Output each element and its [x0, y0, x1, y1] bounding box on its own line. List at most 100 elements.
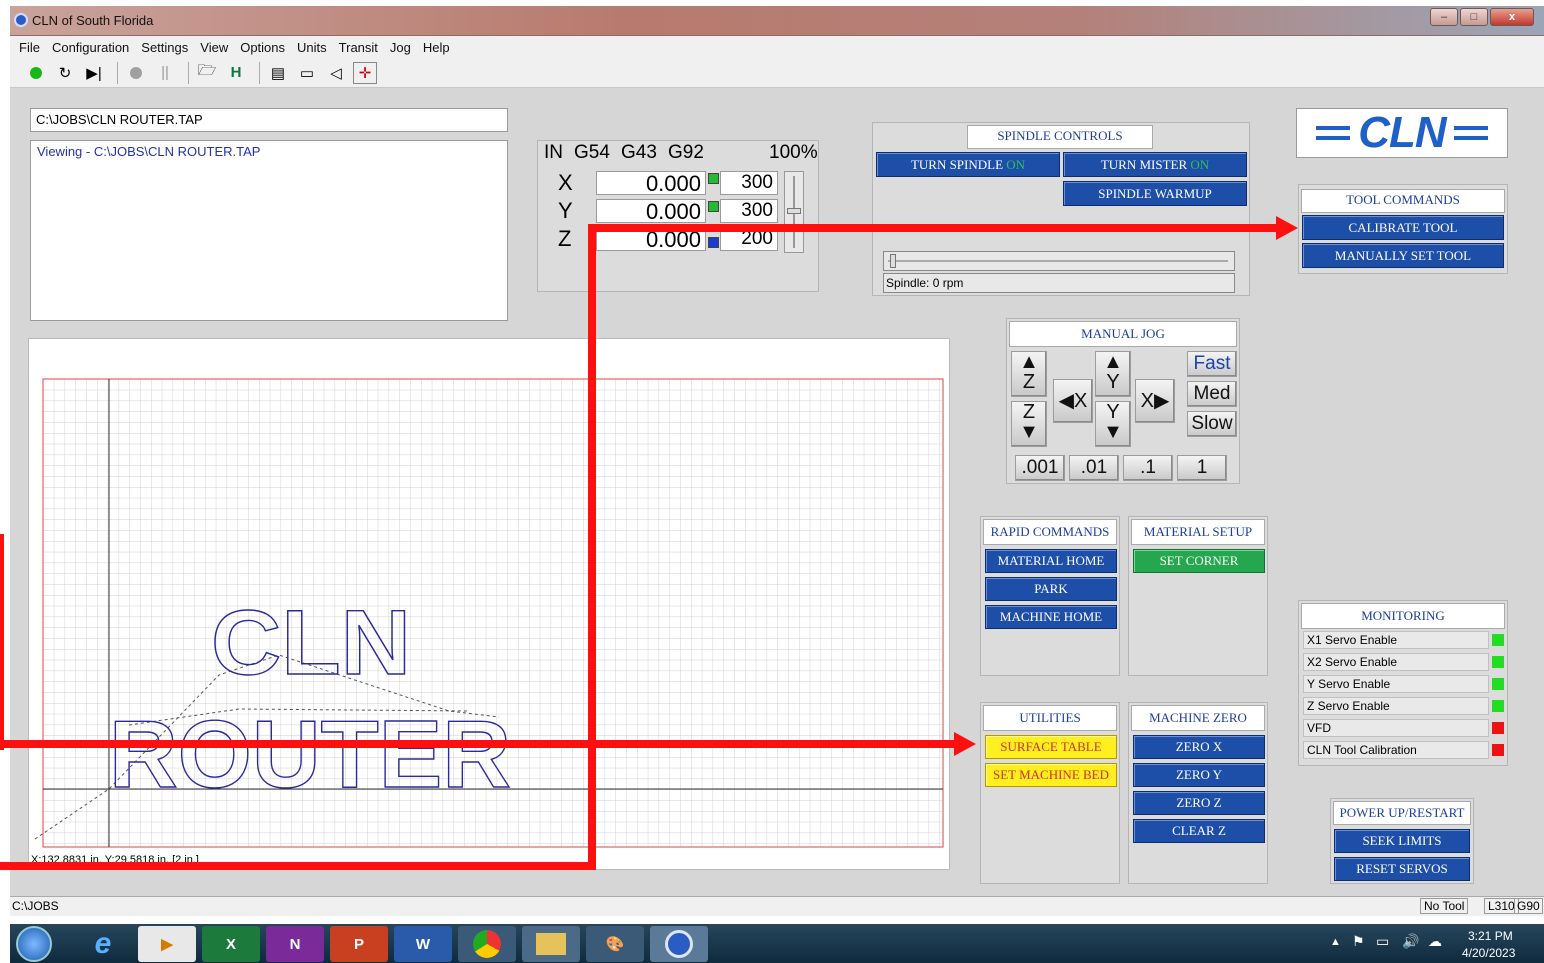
slider-thumb[interactable] [787, 208, 801, 214]
cycle-start-icon[interactable] [24, 62, 48, 84]
x-feed[interactable]: 300 [720, 171, 778, 195]
z-down-button[interactable]: Z ▼ [1011, 401, 1047, 447]
powerpoint-icon[interactable]: P [330, 926, 388, 962]
monitoring-panel: MONITORING X1 Servo Enable X2 Servo Enab… [1298, 600, 1508, 766]
set-machine-bed-button[interactable]: SET MACHINE BED [985, 763, 1117, 787]
cln-app-icon[interactable] [650, 926, 708, 962]
park-button[interactable]: PARK [985, 577, 1117, 601]
y-minus-button[interactable]: Y ▼ [1095, 401, 1131, 447]
single-step-icon[interactable]: ▶| [82, 62, 106, 84]
pause-icon[interactable]: || [153, 62, 177, 84]
jog-fast-button[interactable]: Fast [1187, 351, 1237, 377]
menu-options[interactable]: Options [240, 40, 285, 55]
paint-icon[interactable]: 🎨 [586, 926, 644, 962]
menu-file[interactable]: File [19, 40, 40, 55]
onenote-icon[interactable]: N [266, 926, 324, 962]
step-001-button[interactable]: .001 [1015, 455, 1065, 481]
clock-time[interactable]: 3:21 PM [1468, 929, 1513, 943]
y-position[interactable]: 0.000 [596, 199, 706, 224]
menu-units[interactable]: Units [297, 40, 327, 55]
set-corner-button[interactable]: SET CORNER [1133, 549, 1265, 573]
file-path-field[interactable]: C:\JOBS\CLN ROUTER.TAP [30, 108, 508, 132]
step-1-button[interactable]: .1 [1123, 455, 1173, 481]
zero-z-button[interactable]: ZERO Z [1133, 791, 1265, 815]
list-icon[interactable]: ▤ [266, 62, 290, 84]
material-home-button[interactable]: MATERIAL HOME [985, 549, 1117, 573]
machine-zero-panel: MACHINE ZERO ZERO X ZERO Y ZERO Z CLEAR … [1128, 702, 1268, 884]
utilities-panel: UTILITIES SURFACE TABLE SET MACHINE BED [980, 702, 1120, 884]
flag-icon[interactable]: ⚑ [1352, 933, 1365, 950]
menu-jog[interactable]: Jog [390, 40, 411, 55]
excel-icon[interactable]: X [202, 926, 260, 962]
cloud-icon[interactable]: ☁ [1428, 933, 1442, 950]
zero-x-button[interactable]: ZERO X [1133, 735, 1265, 759]
annotation-line [588, 224, 596, 870]
menu-configuration[interactable]: Configuration [52, 40, 129, 55]
manual-jog-header: MANUAL JOG [1009, 321, 1237, 347]
ie-icon[interactable]: e [74, 926, 132, 962]
status-bar: C:\JOBS No Tool L310 G90 [10, 896, 1544, 916]
step-1-inch-button[interactable]: 1 [1177, 455, 1227, 481]
toolpath-preview[interactable]: CLN ROUTER X:132.8831 in, Y:29.5818 in, … [28, 338, 950, 870]
status-led [1492, 656, 1504, 668]
maximize-button[interactable]: □ [1460, 8, 1488, 26]
wcs-label: G54 [574, 142, 610, 163]
jog-med-button[interactable]: Med [1187, 381, 1237, 407]
status-mode: G90 [1514, 898, 1543, 914]
window-icon[interactable]: ▭ [295, 62, 319, 84]
power-up-header: POWER UP/RESTART [1333, 801, 1471, 825]
feed-override-slider[interactable] [784, 171, 804, 253]
menu-bar: File Configuration Settings View Options… [10, 36, 1544, 58]
machine-home-button[interactable]: MACHINE HOME [985, 605, 1117, 629]
status-led [1492, 634, 1504, 646]
turn-mister-on-button[interactable]: TURN MISTER ON [1063, 152, 1247, 177]
x-position[interactable]: 0.000 [596, 171, 706, 196]
title-bar: CLN of South Florida – □ x [10, 6, 1544, 36]
menu-settings[interactable]: Settings [141, 40, 188, 55]
x-plus-button[interactable]: X▶ [1135, 379, 1175, 423]
spindle-warmup-button[interactable]: SPINDLE WARMUP [1063, 181, 1247, 206]
reset-servos-button[interactable]: RESET SERVOS [1334, 857, 1470, 881]
step-01-button[interactable]: .01 [1069, 455, 1119, 481]
stop-icon[interactable] [124, 62, 148, 84]
monitor-row-z-servo: Z Servo Enable [1303, 697, 1504, 715]
viewing-text: Viewing - C:\JOBS\CLN ROUTER.TAP [37, 144, 261, 159]
rewind-icon[interactable]: ↻ [53, 62, 77, 84]
y-feed[interactable]: 300 [720, 199, 778, 223]
toolpath-cln: CLN [211, 592, 411, 694]
jog-slow-button[interactable]: Slow [1187, 411, 1237, 437]
close-button[interactable]: x [1490, 8, 1534, 26]
zero-y-button[interactable]: ZERO Y [1133, 763, 1265, 787]
clear-z-button[interactable]: CLEAR Z [1133, 819, 1265, 843]
media-icon[interactable]: ▶ [138, 926, 196, 962]
surface-table-button[interactable]: SURFACE TABLE [985, 735, 1117, 759]
calibrate-tool-button[interactable]: CALIBRATE TOOL [1302, 215, 1504, 240]
open-file-icon[interactable]: 🗁 [195, 62, 219, 84]
gcode-viewer[interactable]: Viewing - C:\JOBS\CLN ROUTER.TAP [30, 140, 508, 321]
start-button[interactable] [16, 926, 52, 962]
chrome-icon[interactable] [458, 926, 516, 962]
z-up-button[interactable]: ▲ Z [1011, 351, 1047, 397]
menu-transit[interactable]: Transit [339, 40, 378, 55]
x-minus-button[interactable]: ◀X [1053, 379, 1093, 423]
home-icon[interactable]: H [224, 62, 248, 84]
seek-limits-button[interactable]: SEEK LIMITS [1334, 829, 1470, 853]
clock-date[interactable]: 4/20/2023 [1462, 946, 1515, 960]
word-icon[interactable]: W [394, 926, 452, 962]
menu-view[interactable]: View [200, 40, 228, 55]
minimize-button[interactable]: – [1430, 8, 1458, 26]
turn-spindle-on-button[interactable]: TURN SPINDLE ON [876, 152, 1060, 177]
spindle-slider-thumb[interactable] [890, 254, 896, 268]
move-icon[interactable]: ✛ [353, 61, 377, 84]
annotation-line [0, 740, 956, 748]
back-icon[interactable]: ◁ [324, 62, 348, 84]
menu-help[interactable]: Help [423, 40, 450, 55]
y-plus-button[interactable]: ▲ Y [1095, 351, 1131, 397]
volume-icon[interactable]: 🔊 [1402, 933, 1419, 950]
manually-set-tool-button[interactable]: MANUALLY SET TOOL [1302, 243, 1504, 268]
spindle-speed-slider[interactable] [883, 251, 1235, 271]
explorer-icon[interactable] [522, 926, 580, 962]
network-icon[interactable]: ▭ [1376, 933, 1389, 950]
tray-expand-icon[interactable]: ▲ [1330, 936, 1341, 948]
monitor-row-x1-servo: X1 Servo Enable [1303, 631, 1504, 649]
